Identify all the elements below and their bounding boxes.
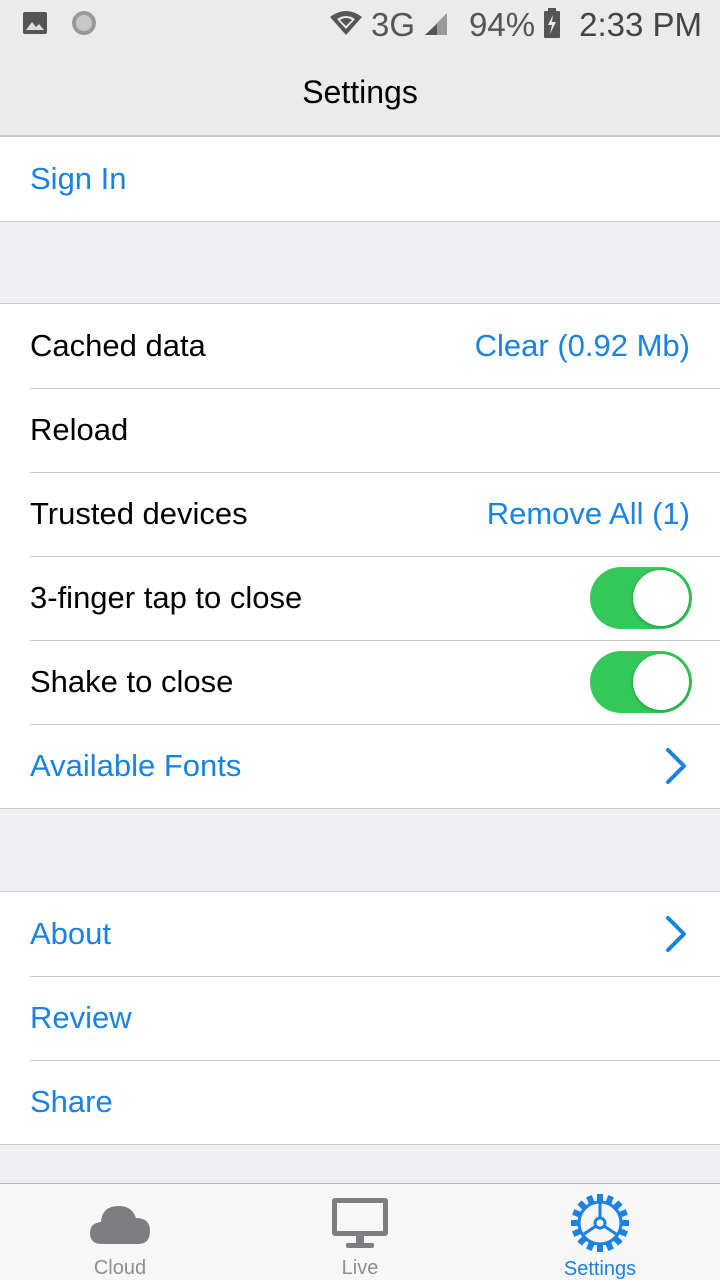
tab-settings[interactable]: Settings xyxy=(480,1184,720,1280)
toggle-knob xyxy=(633,570,689,626)
review-row[interactable]: Review xyxy=(0,976,720,1060)
cached-data-label: Cached data xyxy=(30,328,206,363)
battery-charging-icon xyxy=(543,7,561,43)
three-finger-tap-row: 3-finger tap to close xyxy=(0,556,720,640)
about-label: About xyxy=(30,916,112,951)
available-fonts-label: Available Fonts xyxy=(30,748,242,783)
tab-live-label: Live xyxy=(341,1257,379,1279)
tab-live[interactable]: Live xyxy=(240,1184,480,1280)
tab-cloud[interactable]: Cloud xyxy=(0,1184,240,1280)
navigation-bar: Settings xyxy=(0,50,720,136)
three-finger-tap-toggle[interactable] xyxy=(590,567,692,629)
trusted-devices-label: Trusted devices xyxy=(30,496,248,531)
reload-row[interactable]: Reload xyxy=(0,388,720,472)
reload-label: Reload xyxy=(30,412,129,447)
network-type: 3G xyxy=(371,6,416,43)
tab-bar: Cloud Live Settings xyxy=(0,1183,720,1280)
share-row[interactable]: Share xyxy=(0,1060,720,1144)
share-label: Share xyxy=(30,1084,113,1119)
monitor-icon xyxy=(330,1192,390,1253)
sync-notification-icon xyxy=(70,9,98,42)
wifi-icon xyxy=(329,10,363,41)
general-section: Cached data Clear (0.92 Mb) Reload Trust… xyxy=(0,303,720,809)
gallery-notification-icon xyxy=(22,11,48,40)
page-title: Settings xyxy=(302,74,418,110)
cloud-icon xyxy=(88,1192,152,1253)
remove-all-devices-button[interactable]: Remove All (1) xyxy=(487,496,690,532)
account-section: Sign In xyxy=(0,136,720,222)
status-bar: 3G 94% 2:33 PM xyxy=(0,0,720,50)
cached-data-row: Cached data Clear (0.92 Mb) xyxy=(0,304,720,388)
review-label: Review xyxy=(30,1000,132,1035)
sign-in-row[interactable]: Sign In xyxy=(0,137,720,221)
shake-to-close-toggle[interactable] xyxy=(590,651,692,713)
tab-settings-label: Settings xyxy=(563,1258,637,1280)
shake-to-close-label: Shake to close xyxy=(30,664,234,699)
signal-icon xyxy=(423,10,449,41)
battery-percent: 94% xyxy=(469,6,536,43)
clock: 2:33 PM xyxy=(579,6,702,43)
tab-cloud-label: Cloud xyxy=(93,1257,147,1279)
trusted-devices-row: Trusted devices Remove All (1) xyxy=(0,472,720,556)
clear-cache-button[interactable]: Clear (0.92 Mb) xyxy=(475,328,690,364)
chevron-right-icon xyxy=(662,746,690,786)
sign-in-label: Sign In xyxy=(30,161,127,196)
gear-icon xyxy=(569,1192,631,1254)
three-finger-tap-label: 3-finger tap to close xyxy=(30,580,303,615)
chevron-right-icon xyxy=(662,914,690,954)
info-section: About Review Share xyxy=(0,891,720,1145)
about-row[interactable]: About xyxy=(0,892,720,976)
shake-to-close-row: Shake to close xyxy=(0,640,720,724)
available-fonts-row[interactable]: Available Fonts xyxy=(0,724,720,808)
toggle-knob xyxy=(633,654,689,710)
